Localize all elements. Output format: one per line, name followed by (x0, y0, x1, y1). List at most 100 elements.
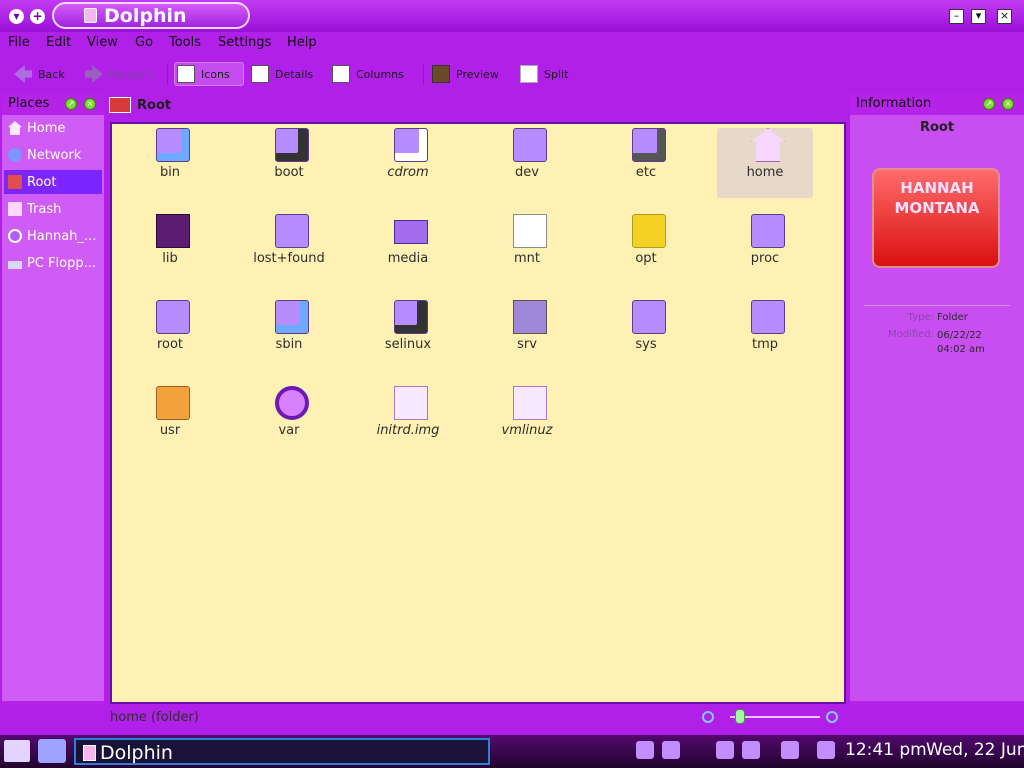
float-panel-button[interactable]: ↗ (65, 98, 77, 110)
status-text: home (folder) (110, 710, 199, 725)
minimize-button[interactable]: – (949, 9, 964, 24)
place-hannah[interactable]: Hannah_... (4, 224, 102, 248)
clipboard-icon[interactable] (716, 741, 734, 759)
columns-view-button[interactable]: Columns (330, 62, 406, 86)
zoom-out-icon[interactable] (702, 711, 714, 723)
file-name: vmlinuz (501, 423, 553, 438)
menu-file[interactable]: File (8, 35, 30, 50)
file-name: opt (635, 251, 657, 266)
file-item[interactable]: sys (598, 300, 694, 370)
folder-icon (513, 128, 547, 162)
split-label: Split (544, 67, 569, 81)
file-item[interactable]: cdrom (360, 128, 456, 198)
date: Wed, 22 Jun (926, 740, 1024, 760)
window-title-pill: Dolphin (52, 2, 250, 29)
columns-view-icon (332, 65, 350, 83)
file-item[interactable]: initrd.img (360, 386, 456, 456)
file-item[interactable]: usr (122, 386, 218, 456)
device-notifier-icon[interactable] (742, 741, 760, 759)
menu-go[interactable]: Go (135, 35, 153, 50)
file-item[interactable]: selinux (360, 300, 456, 370)
folder-linux-icon (394, 300, 428, 334)
close-button[interactable]: × (997, 9, 1012, 24)
file-item[interactable]: lost+found (241, 214, 337, 284)
file-item[interactable]: lib (122, 214, 218, 284)
usb-icon[interactable] (817, 741, 835, 759)
close-panel-button[interactable]: × (84, 98, 96, 110)
menu-settings[interactable]: Settings (218, 35, 271, 50)
icons-view-button[interactable]: Icons (174, 62, 244, 86)
columns-label: Columns (356, 67, 404, 81)
task-label: Dolphin (100, 742, 173, 764)
file-name: sbin (275, 337, 303, 352)
menu-help[interactable]: Help (287, 35, 317, 50)
file-item[interactable]: tmp (717, 300, 813, 370)
start-menu-icon[interactable] (4, 740, 30, 762)
menu-bar: File Edit View Go Tools Settings Help (0, 32, 1024, 54)
place-trash[interactable]: Trash (4, 197, 102, 221)
menu-button[interactable]: ▾ (9, 9, 24, 24)
file-name: var (278, 423, 300, 438)
file-item[interactable]: media (360, 214, 456, 284)
file-item[interactable]: sbin (241, 300, 337, 370)
title-bar: ▾ + Dolphin – ▾ × (0, 0, 1024, 32)
file-item[interactable]: proc (717, 214, 813, 284)
file-name: srv (517, 337, 537, 352)
pager-icon[interactable] (662, 741, 680, 759)
file-item[interactable]: etc (598, 128, 694, 198)
task-dolphin[interactable]: Dolphin (74, 738, 490, 765)
floppy-icon (8, 261, 22, 269)
place-floppy[interactable]: PC Flopp... (4, 251, 102, 275)
file-manager-launcher-icon[interactable] (38, 739, 66, 763)
place-label: Home (27, 120, 66, 136)
place-network[interactable]: Network (4, 143, 102, 167)
places-list: Home Network Root Trash Hannah_... PC Fl… (2, 115, 104, 701)
file-item[interactable]: vmlinuz (479, 386, 575, 456)
menu-tools[interactable]: Tools (169, 35, 201, 50)
file-item[interactable]: root (122, 300, 218, 370)
network-icon (8, 148, 22, 162)
dolphin-icon (84, 8, 97, 23)
app-tray-icon[interactable] (781, 741, 799, 759)
split-button[interactable]: Split (518, 62, 570, 86)
place-label: Root (27, 174, 57, 190)
image-link-icon (394, 386, 428, 420)
zoom-slider-handle[interactable] (735, 709, 745, 724)
home-folder-icon (751, 128, 785, 162)
file-item[interactable]: mnt (479, 214, 575, 284)
menu-edit[interactable]: Edit (46, 35, 71, 50)
preview-label: Preview (456, 67, 499, 81)
info-name: Root (919, 120, 955, 135)
place-label: Hannah_... (27, 228, 97, 244)
file-item[interactable]: var (241, 386, 337, 456)
back-button[interactable]: Back (12, 62, 67, 86)
menu-view[interactable]: View (87, 35, 118, 50)
float-panel-button[interactable]: ↗ (983, 98, 995, 110)
zoom-in-icon[interactable] (826, 711, 838, 723)
file-name: lost+found (253, 251, 325, 266)
music-icon (8, 229, 22, 243)
place-label: PC Flopp... (27, 255, 96, 271)
home-icon (8, 121, 22, 135)
preview-button[interactable]: Preview (430, 62, 501, 86)
forward-button[interactable]: Forward (83, 62, 155, 86)
file-item[interactable]: boot (241, 128, 337, 198)
file-item[interactable]: bin (122, 128, 218, 198)
file-item[interactable]: srv (479, 300, 575, 370)
details-label: Details (275, 67, 314, 81)
file-name: etc (635, 165, 657, 180)
maximize-button[interactable]: ▾ (971, 9, 986, 24)
information-title: Information (856, 96, 932, 111)
close-panel-button[interactable]: × (1002, 98, 1014, 110)
file-item[interactable]: opt (598, 214, 694, 284)
place-home[interactable]: Home (4, 116, 102, 140)
folder-icon (751, 214, 785, 248)
desktop-pager-icon[interactable] (636, 741, 654, 759)
details-view-button[interactable]: Details (249, 62, 315, 86)
folder-linux-icon (275, 128, 309, 162)
file-item[interactable]: home (717, 128, 813, 198)
toolbar: Back Forward Icons Details Columns Previ… (0, 55, 1024, 92)
file-item[interactable]: dev (479, 128, 575, 198)
sticky-button[interactable]: + (30, 9, 45, 24)
place-root[interactable]: Root (4, 170, 102, 194)
